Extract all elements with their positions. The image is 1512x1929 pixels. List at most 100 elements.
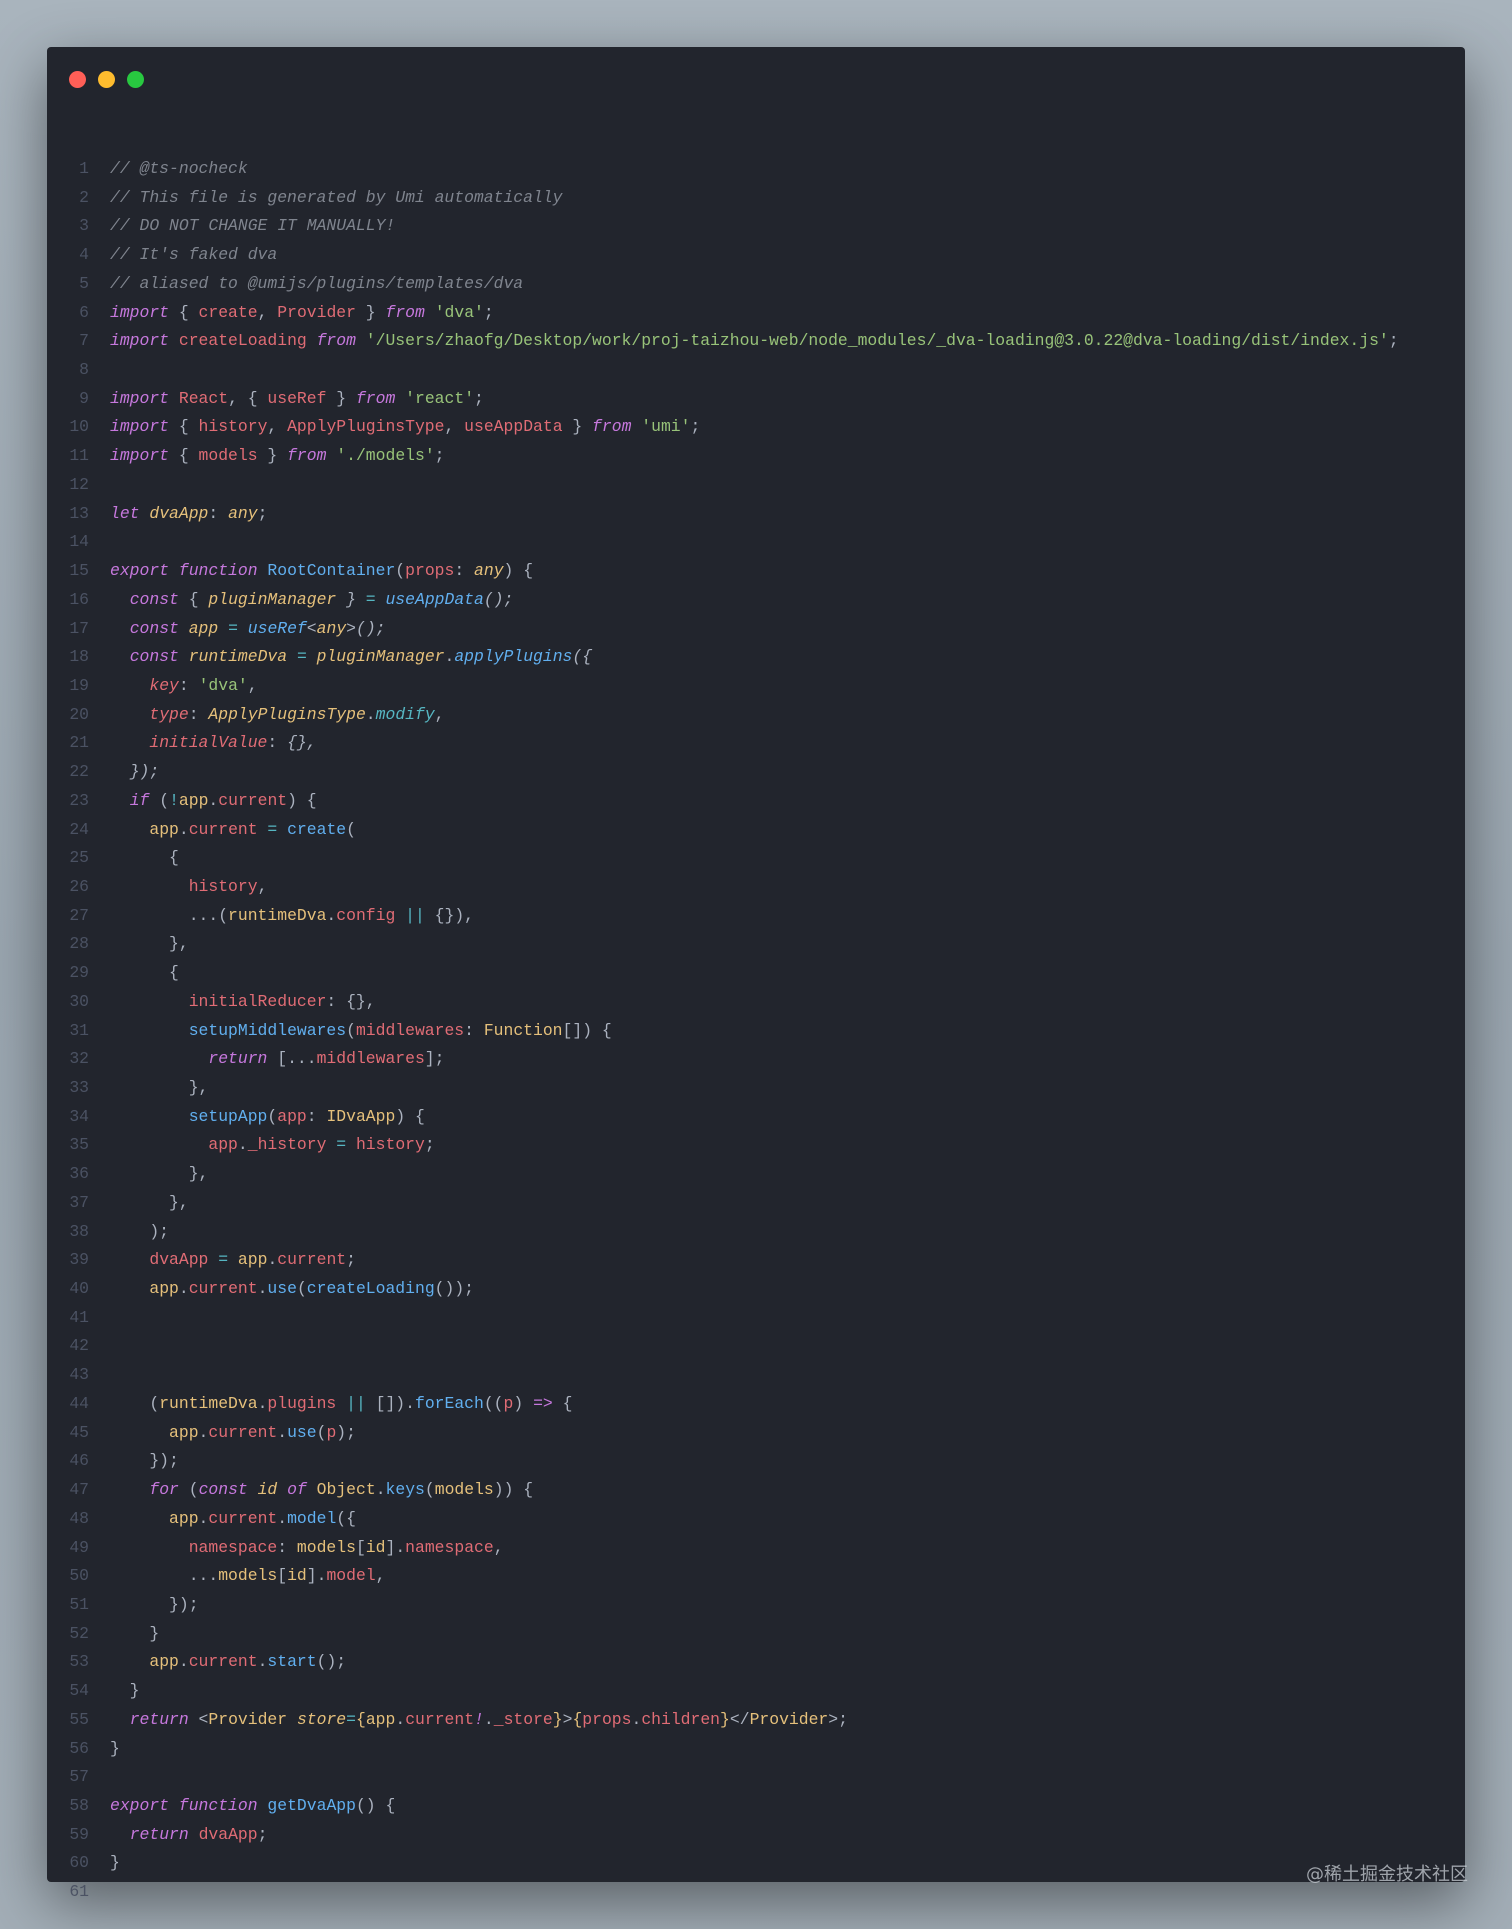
line-source: { bbox=[110, 844, 179, 873]
code-token: history bbox=[188, 876, 258, 896]
code-token: . bbox=[208, 790, 219, 810]
code-token: { bbox=[110, 848, 179, 868]
watermark: @稀土掘金技术社区 bbox=[1306, 1864, 1468, 1885]
code-token: : bbox=[306, 1106, 327, 1126]
code-token: runtimeDva bbox=[188, 647, 288, 667]
line-source: }); bbox=[110, 758, 160, 787]
code-token: store bbox=[296, 1709, 347, 1729]
code-token: of bbox=[287, 1480, 307, 1500]
zoom-button[interactable] bbox=[127, 71, 144, 88]
code-token: = bbox=[336, 1135, 347, 1155]
line-number: 47 bbox=[69, 1480, 89, 1500]
code-token: from bbox=[592, 417, 632, 437]
code-token: . bbox=[178, 1652, 189, 1672]
code-line: 49 namespace: models[id].namespace, bbox=[47, 1534, 1465, 1563]
code-line: 29 { bbox=[47, 959, 1465, 988]
code-token: || bbox=[405, 905, 425, 925]
code-token: import bbox=[110, 417, 170, 437]
code-token: []) { bbox=[562, 1020, 612, 1040]
code-token: ( bbox=[110, 1393, 160, 1413]
line-number: 27 bbox=[69, 905, 89, 925]
code-token: = bbox=[296, 647, 307, 667]
line-source: return dvaApp; bbox=[110, 1821, 268, 1850]
code-token: ; bbox=[257, 1824, 268, 1844]
code-token: . bbox=[257, 1279, 268, 1299]
code-token: key bbox=[149, 675, 179, 695]
code-token: 'umi' bbox=[641, 417, 691, 437]
code-token: // It's faked dva bbox=[110, 245, 278, 265]
window-controls bbox=[69, 71, 144, 88]
line-source: const { pluginManager } = useAppData(); bbox=[110, 586, 514, 615]
code-token: } bbox=[326, 388, 356, 408]
code-token: ( bbox=[316, 1422, 327, 1442]
code-token: middlewares bbox=[316, 1049, 425, 1069]
code-token: . bbox=[257, 1393, 268, 1413]
line-number: 36 bbox=[69, 1164, 89, 1184]
line-source: // DO NOT CHANGE IT MANUALLY! bbox=[110, 212, 395, 241]
code-token: children bbox=[641, 1709, 721, 1729]
code-line: 48 app.current.model({ bbox=[47, 1505, 1465, 1534]
code-token: start bbox=[267, 1652, 317, 1672]
code-token: applyPlugins bbox=[454, 647, 573, 667]
code-line: 34 setupApp(app: IDvaApp) { bbox=[47, 1103, 1465, 1132]
code-token: Object bbox=[316, 1480, 376, 1500]
code-token: type bbox=[149, 704, 189, 724]
line-number: 14 bbox=[69, 532, 89, 552]
code-token: pluginManager bbox=[316, 647, 445, 667]
code-token: . bbox=[277, 1508, 288, 1528]
code-token: } bbox=[110, 1853, 120, 1873]
code-token: ( bbox=[149, 790, 170, 810]
code-token: [ bbox=[355, 1537, 366, 1557]
code-token: current bbox=[208, 1508, 278, 1528]
code-token: ; bbox=[474, 388, 484, 408]
line-source: export function RootContainer(props: any… bbox=[110, 557, 533, 586]
code-token: { bbox=[355, 1709, 366, 1729]
code-token: { bbox=[552, 1393, 573, 1413]
line-number: 9 bbox=[79, 388, 89, 408]
line-number: 16 bbox=[69, 589, 89, 609]
code-line: 19 key: 'dva', bbox=[47, 672, 1465, 701]
code-token: . bbox=[198, 1508, 209, 1528]
code-line: 11 import { models } from './models'; bbox=[47, 442, 1465, 471]
code-line: 47 for (const id of Object.keys(models))… bbox=[47, 1476, 1465, 1505]
code-token: : bbox=[208, 503, 229, 523]
line-source: }, bbox=[110, 1160, 209, 1189]
code-token: } bbox=[552, 1709, 563, 1729]
code-token: > bbox=[562, 1709, 573, 1729]
line-source: namespace: models[id].namespace, bbox=[110, 1534, 504, 1563]
code-token: ( bbox=[424, 1480, 435, 1500]
line-number: 10 bbox=[69, 417, 89, 437]
minimize-button[interactable] bbox=[98, 71, 115, 88]
code-token: from bbox=[316, 331, 356, 351]
code-token: ; bbox=[346, 1250, 356, 1270]
code-token: current bbox=[188, 819, 258, 839]
code-token: > bbox=[346, 618, 356, 638]
code-token: app bbox=[149, 1279, 179, 1299]
code-line: 6 import { create, Provider } from 'dva'; bbox=[47, 299, 1465, 328]
code-token: { bbox=[110, 963, 179, 983]
code-token: () { bbox=[355, 1795, 396, 1815]
code-token: current bbox=[208, 1422, 278, 1442]
line-source: // @ts-nocheck bbox=[110, 155, 248, 184]
line-source: app.current.use(createLoading()); bbox=[110, 1275, 474, 1304]
code-token: import bbox=[110, 446, 170, 466]
line-source: return [...middlewares]; bbox=[110, 1045, 444, 1074]
code-token: ...( bbox=[110, 905, 229, 925]
code-token: initialReducer bbox=[188, 991, 327, 1011]
code-token: p bbox=[503, 1393, 514, 1413]
close-button[interactable] bbox=[69, 71, 86, 88]
code-token: app bbox=[178, 790, 209, 810]
code-token: if bbox=[129, 790, 150, 810]
code-token: }); bbox=[129, 762, 160, 782]
code-token: return bbox=[208, 1049, 268, 1069]
